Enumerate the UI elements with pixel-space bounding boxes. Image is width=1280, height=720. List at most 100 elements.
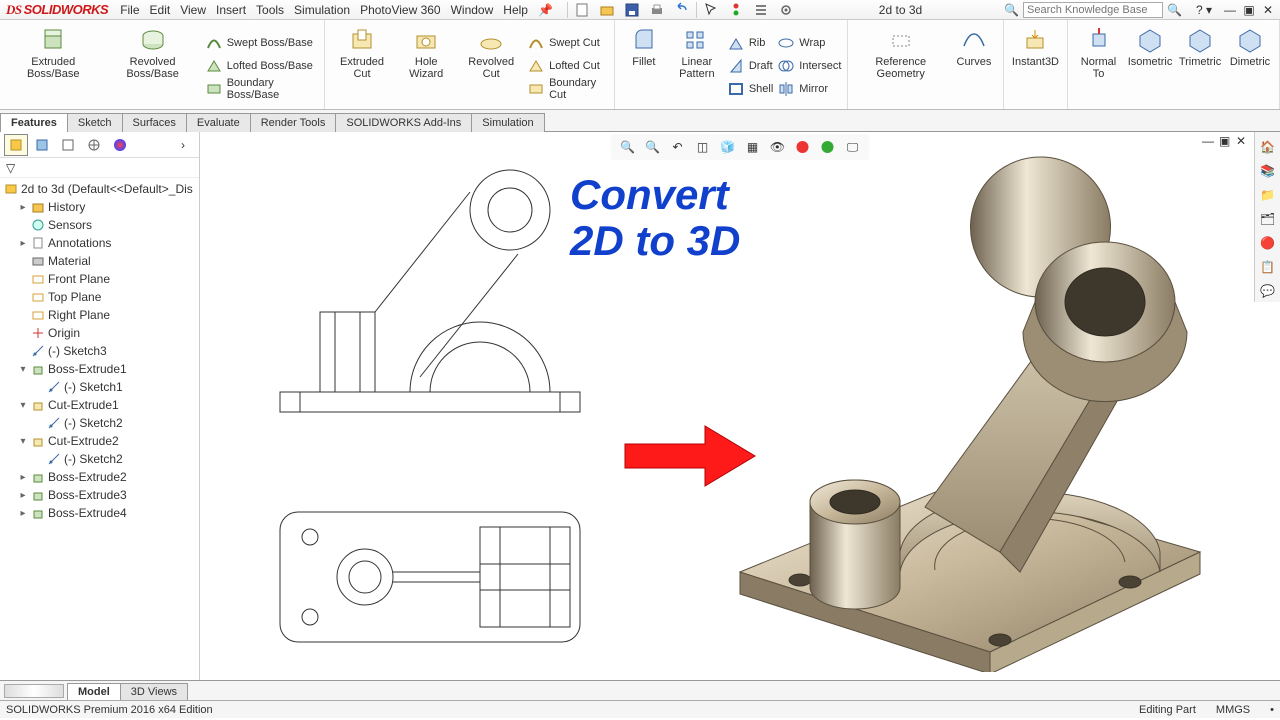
instant3d-button[interactable]: Instant3D xyxy=(1010,24,1061,107)
draft-button[interactable]: Draft xyxy=(727,56,773,76)
tree-item[interactable]: (-) Sketch2 xyxy=(0,414,199,432)
tree-expand-icon[interactable]: › xyxy=(171,134,195,156)
zoom-fit-icon[interactable]: 🔍 xyxy=(617,137,639,157)
tree-item[interactable]: ▾Boss-Extrude1 xyxy=(0,360,199,378)
filter-icon[interactable]: ▽ xyxy=(6,161,15,175)
tree-item[interactable]: Right Plane xyxy=(0,306,199,324)
intersect-button[interactable]: Intersect xyxy=(777,56,841,76)
curves-button[interactable]: Curves xyxy=(951,24,997,107)
isometric-button[interactable]: Isometric xyxy=(1127,24,1173,107)
new-icon[interactable] xyxy=(571,1,593,19)
tab-simulation[interactable]: Simulation xyxy=(471,113,544,132)
doc-minimize-icon[interactable]: — xyxy=(1202,134,1216,146)
undo-icon[interactable] xyxy=(671,1,693,19)
linear-pattern-button[interactable]: Linear Pattern xyxy=(671,24,723,107)
tree-root[interactable]: 2d to 3d (Default<<Default>_Dis xyxy=(0,180,199,198)
tree-item[interactable]: Front Plane xyxy=(0,270,199,288)
normal-to-button[interactable]: Normal To xyxy=(1074,24,1123,107)
rib-button[interactable]: Rib xyxy=(727,33,773,53)
status-more-icon[interactable]: • xyxy=(1270,704,1274,716)
mirror-button[interactable]: Mirror xyxy=(777,79,841,99)
reference-geometry-button[interactable]: Reference Geometry xyxy=(854,24,946,107)
shell-button[interactable]: Shell xyxy=(727,79,773,99)
menu-window[interactable]: Window xyxy=(451,3,494,17)
tree-item[interactable]: ▸History xyxy=(0,198,199,216)
tree-tab-feature-icon[interactable] xyxy=(4,134,28,156)
file-explorer-icon[interactable]: 📁 xyxy=(1257,184,1279,206)
maximize-icon[interactable]: ▣ xyxy=(1241,3,1257,17)
appearances-icon[interactable]: 🔴 xyxy=(1257,232,1279,254)
revolved-boss-button[interactable]: Revolved Boss/Base xyxy=(105,24,201,107)
open-icon[interactable] xyxy=(596,1,618,19)
menu-pin-icon[interactable]: 📌 xyxy=(538,3,553,17)
tree-item[interactable]: Sensors xyxy=(0,216,199,234)
tab-sketch[interactable]: Sketch xyxy=(67,113,123,132)
tree-item[interactable]: ▸Boss-Extrude4 xyxy=(0,504,199,522)
tree-item[interactable]: Top Plane xyxy=(0,288,199,306)
dimetric-button[interactable]: Dimetric xyxy=(1227,24,1273,107)
status-units[interactable]: MMGS xyxy=(1216,704,1250,716)
swept-boss-button[interactable]: Swept Boss/Base xyxy=(205,33,318,53)
boundary-boss-button[interactable]: Boundary Boss/Base xyxy=(205,79,318,99)
menu-edit[interactable]: Edit xyxy=(150,3,171,17)
options-icon[interactable] xyxy=(775,1,797,19)
tab-evaluate[interactable]: Evaluate xyxy=(186,113,251,132)
menu-insert[interactable]: Insert xyxy=(216,3,246,17)
graphics-area[interactable]: 🔍 🔍 ↶ ◫ 🧊 ▦ 👁 🖵 — ▣ ✕ Convert 2D to 3D xyxy=(200,132,1280,680)
search-help-icon[interactable]: 🔍 xyxy=(1004,3,1019,17)
hscroll[interactable] xyxy=(4,684,64,698)
doc-restore-icon[interactable]: ▣ xyxy=(1219,134,1233,146)
tree-item[interactable]: ▾Cut-Extrude1 xyxy=(0,396,199,414)
forum-icon[interactable]: 💬 xyxy=(1257,280,1279,302)
menu-view[interactable]: View xyxy=(180,3,206,17)
save-icon[interactable] xyxy=(621,1,643,19)
home-icon[interactable]: 🏠 xyxy=(1257,136,1279,158)
tab-addins[interactable]: SOLIDWORKS Add-Ins xyxy=(335,113,472,132)
select-icon[interactable] xyxy=(700,1,722,19)
view-palette-icon[interactable]: 🗂 xyxy=(1257,208,1279,230)
boundary-cut-button[interactable]: Boundary Cut xyxy=(527,79,608,99)
bottom-tab-model[interactable]: Model xyxy=(67,683,121,700)
tab-surfaces[interactable]: Surfaces xyxy=(122,113,187,132)
trimetric-button[interactable]: Trimetric xyxy=(1177,24,1223,107)
minimize-icon[interactable]: — xyxy=(1222,3,1238,17)
feature-tree[interactable]: 2d to 3d (Default<<Default>_Dis ▸History… xyxy=(0,178,199,680)
tree-tab-appearance-icon[interactable] xyxy=(108,134,132,156)
extruded-boss-button[interactable]: Extruded Boss/Base xyxy=(6,24,101,107)
tab-features[interactable]: Features xyxy=(0,113,68,132)
hole-wizard-button[interactable]: Hole Wizard xyxy=(397,24,455,107)
traffic-light-icon[interactable] xyxy=(725,1,747,19)
menu-simulation[interactable]: Simulation xyxy=(294,3,350,17)
tree-tab-dim-icon[interactable] xyxy=(82,134,106,156)
tab-rendertools[interactable]: Render Tools xyxy=(250,113,337,132)
close-icon[interactable]: ✕ xyxy=(1260,3,1276,17)
tree-item[interactable]: (-) Sketch2 xyxy=(0,450,199,468)
tree-item[interactable]: (-) Sketch3 xyxy=(0,342,199,360)
list-icon[interactable] xyxy=(750,1,772,19)
zoom-area-icon[interactable]: 🔍 xyxy=(642,137,664,157)
tree-item[interactable]: (-) Sketch1 xyxy=(0,378,199,396)
tree-tab-config-icon[interactable] xyxy=(56,134,80,156)
wrap-button[interactable]: Wrap xyxy=(777,33,841,53)
tree-tab-property-icon[interactable] xyxy=(30,134,54,156)
tree-item[interactable]: ▸Annotations xyxy=(0,234,199,252)
print-icon[interactable] xyxy=(646,1,668,19)
design-library-icon[interactable]: 📚 xyxy=(1257,160,1279,182)
search-input[interactable] xyxy=(1023,2,1163,18)
lofted-boss-button[interactable]: Lofted Boss/Base xyxy=(205,56,318,76)
fillet-button[interactable]: Fillet xyxy=(621,24,667,107)
prev-view-icon[interactable]: ↶ xyxy=(667,137,689,157)
help-icon[interactable]: ? ▾ xyxy=(1196,3,1212,17)
menu-help[interactable]: Help xyxy=(503,3,528,17)
revolved-cut-button[interactable]: Revolved Cut xyxy=(459,24,523,107)
tree-item[interactable]: Material xyxy=(0,252,199,270)
extruded-cut-button[interactable]: Extruded Cut xyxy=(331,24,393,107)
bottom-tab-3dviews[interactable]: 3D Views xyxy=(120,683,188,700)
menu-file[interactable]: File xyxy=(120,3,139,17)
swept-cut-button[interactable]: Swept Cut xyxy=(527,33,608,53)
tree-item[interactable]: ▸Boss-Extrude2 xyxy=(0,468,199,486)
lofted-cut-button[interactable]: Lofted Cut xyxy=(527,56,608,76)
menu-tools[interactable]: Tools xyxy=(256,3,284,17)
tree-item[interactable]: Origin xyxy=(0,324,199,342)
menu-photoview[interactable]: PhotoView 360 xyxy=(360,3,441,17)
